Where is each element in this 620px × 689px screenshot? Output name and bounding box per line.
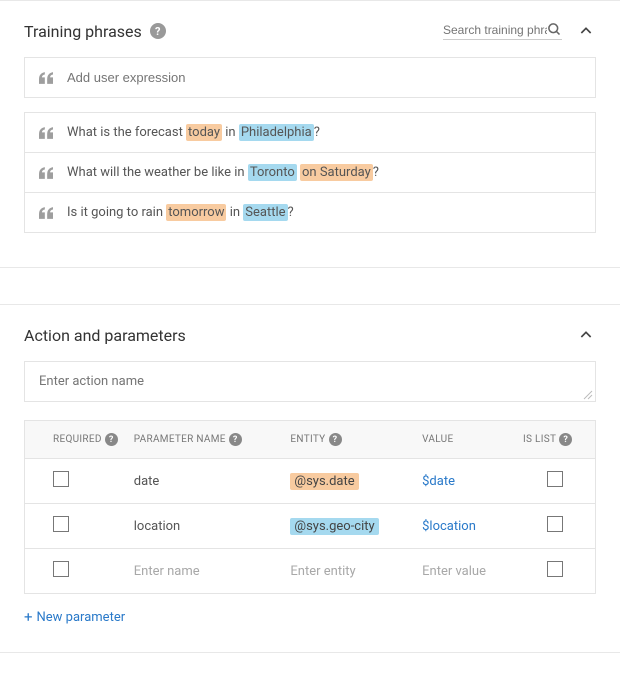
collapse-training-button[interactable] — [576, 21, 596, 41]
param-row: date@sys.date$date — [25, 459, 595, 504]
quote-icon — [39, 167, 53, 179]
param-value-cell[interactable]: $date — [414, 459, 515, 504]
checkbox[interactable] — [53, 516, 69, 532]
help-icon[interactable]: ? — [105, 433, 118, 446]
phrase-list: What is the forecast today in Philadelph… — [24, 112, 596, 233]
training-phrase-text: What will the weather be like in Toronto… — [67, 165, 379, 180]
training-header: Training phrases ? — [24, 21, 596, 41]
col-value: VALUE — [414, 421, 515, 459]
param-value-cell[interactable]: $location — [414, 504, 515, 549]
col-entity: ENTITY? — [282, 421, 414, 459]
training-phrase-text: Is it going to rain tomorrow in Seattle? — [67, 205, 294, 220]
add-phrase-box — [24, 57, 596, 98]
action-name-wrap — [24, 361, 596, 402]
new-parameter-label: New parameter — [37, 610, 126, 625]
training-phrase-row[interactable]: What is the forecast today in Philadelph… — [25, 113, 595, 153]
param-empty-row: Enter nameEnter entityEnter value — [25, 549, 595, 594]
param-entity-cell[interactable]: @sys.geo-city — [282, 504, 414, 549]
quote-icon — [39, 72, 53, 84]
action-parameters-section: Action and parameters REQUIRED? PARAMETE… — [0, 304, 620, 653]
param-name-cell[interactable]: date — [126, 459, 283, 504]
quote-icon — [39, 207, 53, 219]
params-table-wrap: REQUIRED? PARAMETER NAME? ENTITY? VALUE … — [24, 420, 596, 594]
quote-icon — [39, 127, 53, 139]
params-table: REQUIRED? PARAMETER NAME? ENTITY? VALUE … — [25, 421, 595, 593]
plus-icon: + — [24, 608, 33, 626]
search-training-input[interactable] — [443, 23, 547, 37]
param-entity-placeholder[interactable]: Enter entity — [282, 549, 414, 594]
help-icon[interactable]: ? — [150, 23, 166, 39]
param-entity-cell[interactable]: @sys.date — [282, 459, 414, 504]
action-name-input[interactable] — [25, 362, 595, 401]
search-icon[interactable] — [547, 22, 562, 37]
training-phrase-row[interactable]: What will the weather be like in Toronto… — [25, 153, 595, 193]
search-training-wrap — [443, 22, 562, 40]
param-name-placeholder[interactable]: Enter name — [126, 549, 283, 594]
checkbox[interactable] — [53, 471, 69, 487]
new-parameter-button[interactable]: + New parameter — [22, 594, 127, 632]
add-phrase-row — [25, 58, 595, 97]
checkbox[interactable] — [547, 516, 563, 532]
training-phrase-text: What is the forecast today in Philadelph… — [67, 125, 320, 140]
action-title: Action and parameters — [24, 326, 186, 345]
checkbox[interactable] — [547, 561, 563, 577]
checkbox[interactable] — [547, 471, 563, 487]
resize-handle-icon[interactable] — [583, 389, 593, 399]
training-phrase-row[interactable]: Is it going to rain tomorrow in Seattle? — [25, 193, 595, 232]
params-header-row: REQUIRED? PARAMETER NAME? ENTITY? VALUE … — [25, 421, 595, 459]
param-name-cell[interactable]: location — [126, 504, 283, 549]
add-phrase-input[interactable] — [67, 70, 581, 85]
training-phrases-section: Training phrases ? What is the forecast … — [0, 0, 620, 268]
training-title: Training phrases — [24, 22, 142, 41]
help-icon[interactable]: ? — [559, 433, 572, 446]
col-islist: IS LIST? — [515, 421, 595, 459]
help-icon[interactable]: ? — [229, 433, 242, 446]
help-icon[interactable]: ? — [329, 433, 342, 446]
col-required: REQUIRED? — [25, 421, 126, 459]
action-header: Action and parameters — [24, 325, 596, 345]
param-value-placeholder[interactable]: Enter value — [414, 549, 515, 594]
col-parameter-name: PARAMETER NAME? — [126, 421, 283, 459]
collapse-action-button[interactable] — [576, 325, 596, 345]
checkbox[interactable] — [53, 561, 69, 577]
param-row: location@sys.geo-city$location — [25, 504, 595, 549]
